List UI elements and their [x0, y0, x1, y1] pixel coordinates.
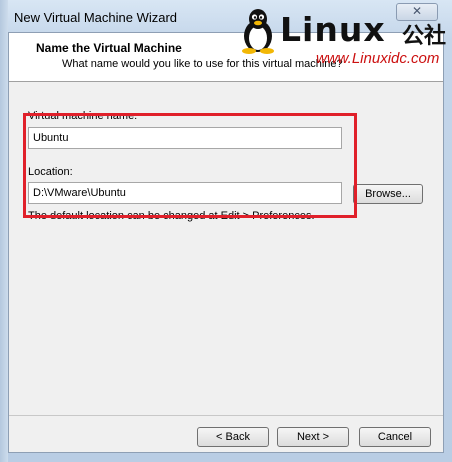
- logo-brand: Linux: [280, 10, 386, 49]
- next-button[interactable]: Next >: [277, 427, 349, 447]
- back-button[interactable]: < Back: [197, 427, 269, 447]
- page-title: Name the Virtual Machine: [36, 41, 182, 55]
- window-title: New Virtual Machine Wizard: [14, 10, 178, 25]
- watermark-logo: Linux 公社 www.Linuxidc.com: [236, 6, 450, 68]
- tux-penguin-icon: [242, 9, 274, 54]
- wizard-body: Name the Virtual Machine What name would…: [8, 32, 444, 453]
- background-strip: [0, 0, 8, 462]
- footer-divider: [9, 415, 443, 416]
- wizard-window: New Virtual Machine Wizard ✕ Name the Vi…: [0, 0, 452, 462]
- logo-brand-cn: 公社: [402, 24, 447, 49]
- cancel-button[interactable]: Cancel: [359, 427, 431, 447]
- browse-button[interactable]: Browse...: [353, 184, 423, 204]
- logo-url: www.Linuxidc.com: [316, 50, 440, 67]
- highlight-box: [23, 113, 357, 218]
